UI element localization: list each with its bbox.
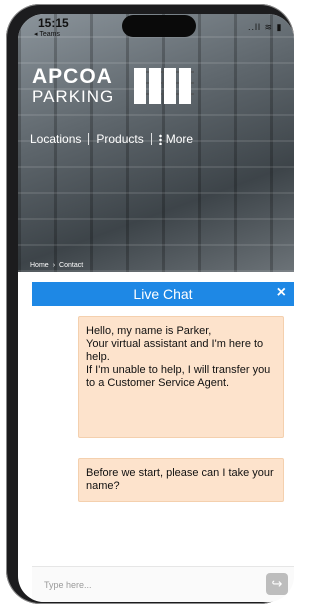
apcoa-parking-logo[interactable]: APCOA PARKING: [32, 65, 194, 106]
dynamic-island: [122, 15, 196, 37]
send-icon[interactable]: ↪: [266, 573, 288, 595]
logo-text-bottom: PARKING: [32, 87, 115, 106]
nav-locations[interactable]: Locations: [30, 132, 81, 146]
breadcrumb: Home › Contact: [30, 262, 83, 269]
nav-more[interactable]: More: [158, 132, 194, 146]
status-bar: 15:15 ◂ Teams ..ll ≋ ▮: [18, 14, 294, 42]
nav-divider: [150, 133, 152, 145]
nav-more-label: More: [165, 132, 194, 146]
screen: 15:15 ◂ Teams ..ll ≋ ▮ APCOA PARKING Loc…: [18, 14, 294, 602]
breadcrumb-contact[interactable]: Contact: [59, 262, 83, 269]
close-icon[interactable]: ×: [277, 284, 286, 302]
nav-products[interactable]: Products: [96, 132, 143, 146]
breadcrumb-separator: ›: [52, 262, 56, 269]
bot-message-text: Hello, my name is Parker, Your virtual a…: [86, 325, 271, 389]
status-time: 15:15: [38, 16, 69, 30]
back-to-teams-link[interactable]: ◂ Teams: [34, 30, 60, 38]
logo-text-top: APCOA: [32, 65, 113, 88]
live-chat-title: Live Chat: [133, 286, 193, 302]
live-chat-header: Live Chat ×: [32, 282, 294, 306]
more-dots-icon: [158, 133, 162, 145]
nav-divider: [88, 133, 90, 145]
main-nav: Locations Products More: [30, 132, 290, 146]
phone-frame: 15:15 ◂ Teams ..ll ≋ ▮ APCOA PARKING Loc…: [6, 4, 294, 604]
chat-input-area: ↪: [32, 566, 294, 602]
logo-grid-icon: [134, 68, 194, 104]
bot-message-text: Before we start, please can I take your …: [86, 467, 274, 492]
bot-message-bubble: Hello, my name is Parker, Your virtual a…: [78, 316, 284, 438]
bot-message-bubble: Before we start, please can I take your …: [78, 458, 284, 502]
signal-wifi-battery-icons: ..ll ≋ ▮: [248, 22, 283, 32]
chat-message-input[interactable]: [42, 575, 256, 595]
breadcrumb-home[interactable]: Home: [30, 262, 49, 269]
